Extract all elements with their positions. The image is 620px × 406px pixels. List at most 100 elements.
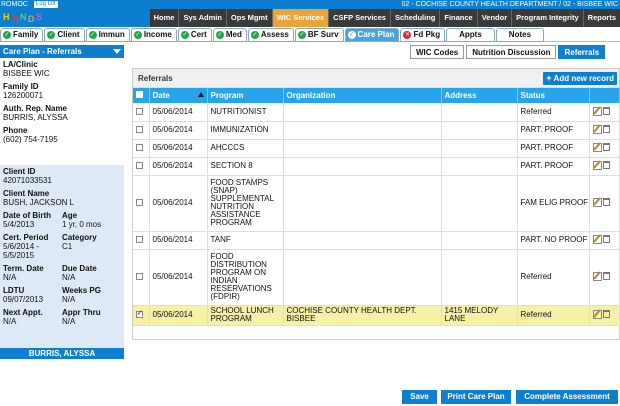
- tab-care-plan[interactable]: ✓ Care Plan: [344, 28, 400, 42]
- tab-bf-surv[interactable]: ✓ BF Surv: [294, 28, 344, 42]
- edit-icon[interactable]: [592, 106, 602, 116]
- nav-csfp-services[interactable]: CSFP Services: [328, 9, 390, 27]
- row-checkbox[interactable]: [136, 108, 143, 116]
- program-cell: AHCCCS: [207, 139, 284, 158]
- table-row[interactable]: 05/06/2014 SECTION 8 PART. PROOF: [133, 157, 620, 176]
- tab-notes[interactable]: Notes: [495, 28, 545, 42]
- date-header-label: Date: [152, 91, 170, 100]
- program-column-header[interactable]: Program: [207, 88, 284, 103]
- save-button[interactable]: Save: [402, 390, 437, 404]
- family-id-value: 126200071: [3, 91, 44, 100]
- row-checkbox[interactable]: [136, 199, 143, 207]
- nav-ops-mgmt[interactable]: Ops Mgmt: [225, 9, 272, 27]
- nav-reports[interactable]: Reports: [582, 9, 620, 27]
- check-circle-icon: ✓: [47, 31, 56, 39]
- tab-label: BF Surv: [307, 30, 339, 39]
- add-record-button[interactable]: + Add new record: [543, 72, 617, 85]
- date-cell: 05/06/2014: [149, 121, 208, 140]
- tab-wic-codes[interactable]: WIC Codes: [410, 45, 465, 59]
- tab-immun[interactable]: ✓ Immun: [85, 28, 130, 42]
- referrals-table-body: 05/06/2014 NUTRITIONIST Referred 05/06/2014…: [133, 103, 620, 326]
- row-select-cell: [133, 121, 150, 140]
- client-id-label: Client ID: [3, 167, 36, 176]
- tab-fd-pkg[interactable]: ✕ Fd Pkg: [400, 28, 446, 42]
- complete-assessment-button[interactable]: Complete Assessment: [516, 390, 618, 404]
- edit-icon[interactable]: [592, 235, 602, 244]
- trash-icon[interactable]: [602, 198, 610, 206]
- auth-rep-footer[interactable]: BURRIS, ALYSSA: [0, 348, 124, 359]
- tab-med[interactable]: ✓ Med: [212, 28, 247, 42]
- trash-icon[interactable]: [602, 161, 610, 169]
- table-row[interactable]: 05/06/2014 IMMUNIZATION PART. PROOF: [133, 121, 620, 140]
- table-row[interactable]: 05/06/2014 AHCCCS PART. PROOF: [133, 139, 620, 158]
- row-checkbox[interactable]: [136, 144, 143, 152]
- table-row[interactable]: 05/06/2014 NUTRITIONIST Referred: [133, 103, 620, 122]
- tab-family[interactable]: ✓ Family: [0, 28, 44, 42]
- nav-program-integrity[interactable]: Program Integrity: [511, 9, 583, 27]
- edit-icon[interactable]: [592, 310, 602, 319]
- row-checkbox[interactable]: [136, 162, 143, 170]
- sort-ascending-icon[interactable]: [197, 92, 204, 97]
- check-circle-icon: ✓: [133, 31, 142, 39]
- row-checkbox[interactable]: [136, 273, 143, 281]
- tab-label: Immun: [98, 30, 125, 39]
- status-column-header[interactable]: Status: [517, 88, 590, 103]
- tab-nutrition-discussion[interactable]: Nutrition Discussion: [466, 45, 557, 59]
- print-care-plan-button[interactable]: Print Care Plan: [441, 390, 511, 404]
- organization-column-header[interactable]: Organization: [283, 88, 442, 103]
- program-cell: FOOD DISTRIBUTION PROGRAM ON INDIAN RESE…: [207, 249, 284, 306]
- panel-title[interactable]: Care Plan - Referrals: [0, 45, 124, 58]
- row-actions: [589, 139, 620, 158]
- program-cell: SCHOOL LUNCH PROGRAM: [207, 305, 284, 326]
- tab-income[interactable]: ✓ Income: [130, 28, 177, 42]
- table-row[interactable]: 05/06/2014 TANF PART. NO PROOF: [133, 231, 620, 250]
- trash-icon[interactable]: [602, 310, 610, 318]
- table-row[interactable]: 05/06/2014 FOOD STAMPS (SNAP) SUPPLEMENTA…: [133, 175, 620, 232]
- row-checkbox[interactable]: [136, 310, 143, 319]
- date-column-header[interactable]: Date: [149, 88, 208, 103]
- next-appt-value: N/A: [3, 317, 17, 326]
- nav-finance[interactable]: Finance: [439, 9, 477, 27]
- tab-label: Med: [225, 30, 242, 39]
- row-checkbox[interactable]: [136, 236, 143, 244]
- edit-icon[interactable]: [592, 143, 602, 152]
- edit-icon[interactable]: [592, 272, 602, 281]
- chevron-down-icon[interactable]: [113, 49, 121, 54]
- nav-wic-services[interactable]: WIC Services: [271, 9, 329, 27]
- trash-icon[interactable]: [602, 235, 610, 243]
- hands-logo[interactable]: H A N D S: [2, 9, 44, 27]
- nav-sys-admin[interactable]: Sys Admin: [178, 9, 226, 27]
- tab-cert[interactable]: ✓ Cert: [177, 28, 212, 42]
- edit-icon[interactable]: [592, 125, 602, 134]
- organization-label: 02 - COCHISE COUNTY HEALTH DEPARTMENT / …: [401, 1, 618, 8]
- row-checkbox[interactable]: [136, 126, 143, 134]
- trash-icon[interactable]: [602, 272, 610, 280]
- tab-appts[interactable]: Appts: [446, 28, 495, 42]
- date-cell: 05/06/2014: [149, 175, 208, 232]
- trash-icon[interactable]: [602, 106, 610, 115]
- check-circle-icon: ✓: [3, 31, 11, 39]
- check-circle-icon: ✓: [297, 31, 306, 39]
- main-nav: Home Sys Admin Ops Mgmt WIC Services CSFP Se…: [148, 9, 620, 27]
- check-circle-icon: ✓: [88, 31, 97, 39]
- address-column-header[interactable]: Address: [441, 88, 518, 103]
- nav-home[interactable]: Home: [148, 9, 179, 27]
- trash-icon[interactable]: [602, 143, 610, 151]
- select-all-header[interactable]: [133, 88, 150, 103]
- row-actions: [589, 157, 620, 176]
- edit-icon[interactable]: [592, 161, 602, 170]
- edit-icon[interactable]: [592, 198, 602, 207]
- table-row[interactable]: 05/06/2014 FOOD DISTRIBUTION PROGRAM ON I…: [133, 249, 620, 306]
- tab-client[interactable]: ✓ Client: [44, 28, 85, 42]
- date-cell: 05/06/2014: [149, 249, 208, 306]
- nav-vendor[interactable]: Vendor: [476, 9, 512, 27]
- row-select-cell: [133, 139, 150, 158]
- trash-icon[interactable]: [602, 125, 610, 133]
- table-row[interactable]: 05/06/2014SCHOOL LUNCH PROGRAMCOCHISE CO…: [133, 305, 620, 326]
- logout-button[interactable]: Log Off: [34, 1, 58, 8]
- select-all-checkbox[interactable]: [136, 91, 143, 98]
- tab-assess[interactable]: ✓ Assess: [247, 28, 294, 42]
- tab-referrals[interactable]: Referrals: [558, 45, 606, 59]
- nav-scheduling[interactable]: Scheduling: [389, 9, 440, 27]
- auth-rep-value: BURRIS, ALYSSA: [3, 113, 68, 122]
